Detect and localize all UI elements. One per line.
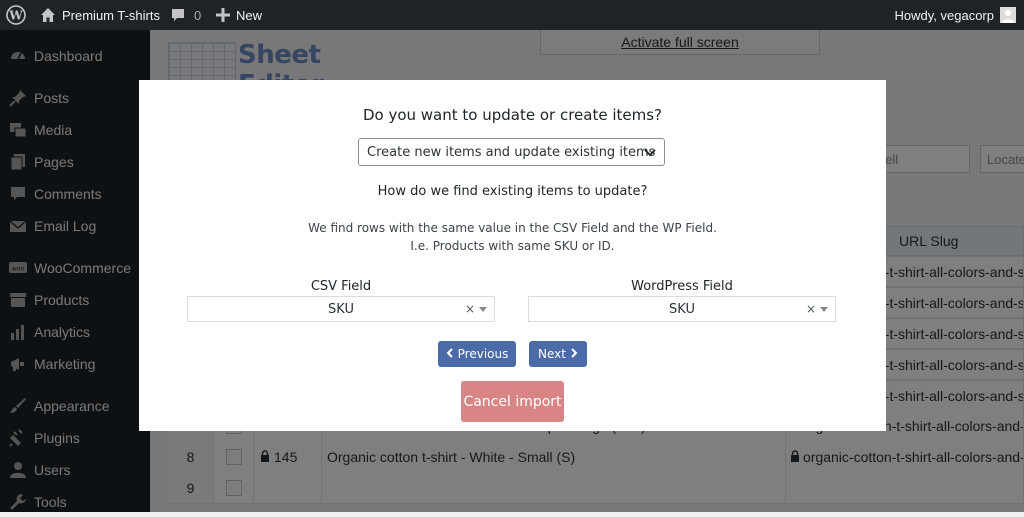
comment-bubble-icon	[170, 7, 186, 23]
admin-bar: W Premium T-shirts 0 New Howdy, vegacorp	[0, 0, 1024, 30]
home-icon	[40, 7, 56, 23]
csv-field-select[interactable]: SKU ×	[187, 296, 495, 322]
explanation-line-2: I.e. Products with same SKU or ID.	[410, 239, 615, 253]
clear-selection-icon[interactable]: ×	[465, 302, 475, 316]
chevron-down-icon	[644, 147, 656, 162]
dropdown-arrow-icon	[479, 307, 487, 312]
account-menu[interactable]: Howdy, vegacorp	[895, 0, 1016, 30]
svg-text:W: W	[8, 9, 23, 23]
new-content-link[interactable]: New	[216, 0, 262, 30]
import-mode-value: Create new items and update existing ite…	[367, 144, 656, 160]
chevron-right-icon	[570, 347, 578, 361]
explanation-line-1: We find rows with the same value in the …	[308, 221, 717, 235]
import-modal: Do you want to update or create items? C…	[139, 80, 886, 431]
previous-button[interactable]: Previous	[438, 341, 516, 367]
chevron-left-icon	[446, 347, 454, 361]
find-existing-question: How do we find existing items to update?	[377, 184, 648, 199]
import-mode-select[interactable]: Create new items and update existing ite…	[358, 138, 665, 166]
dropdown-arrow-icon	[820, 307, 828, 312]
next-button[interactable]: Next	[529, 341, 587, 367]
wordpress-field-value: SKU	[669, 301, 695, 317]
cancel-import-button[interactable]: Cancel import	[461, 381, 564, 422]
csv-field-value: SKU	[328, 301, 354, 317]
site-name: Premium T-shirts	[62, 7, 160, 23]
comments-count: 0	[194, 7, 202, 23]
wordpress-field-select[interactable]: SKU ×	[528, 296, 836, 322]
update-or-create-question: Do you want to update or create items?	[362, 106, 663, 124]
plus-icon	[216, 8, 230, 22]
wordpress-field-label: WordPress Field	[631, 279, 733, 294]
wordpress-logo-icon[interactable]: W	[6, 0, 26, 30]
avatar	[1000, 7, 1016, 23]
clear-selection-icon[interactable]: ×	[806, 302, 816, 316]
new-label: New	[236, 7, 263, 23]
site-name-link[interactable]: Premium T-shirts	[40, 0, 160, 30]
comments-link[interactable]: 0	[170, 0, 201, 30]
greeting: Howdy, vegacorp	[894, 7, 994, 23]
csv-field-label: CSV Field	[310, 279, 372, 294]
